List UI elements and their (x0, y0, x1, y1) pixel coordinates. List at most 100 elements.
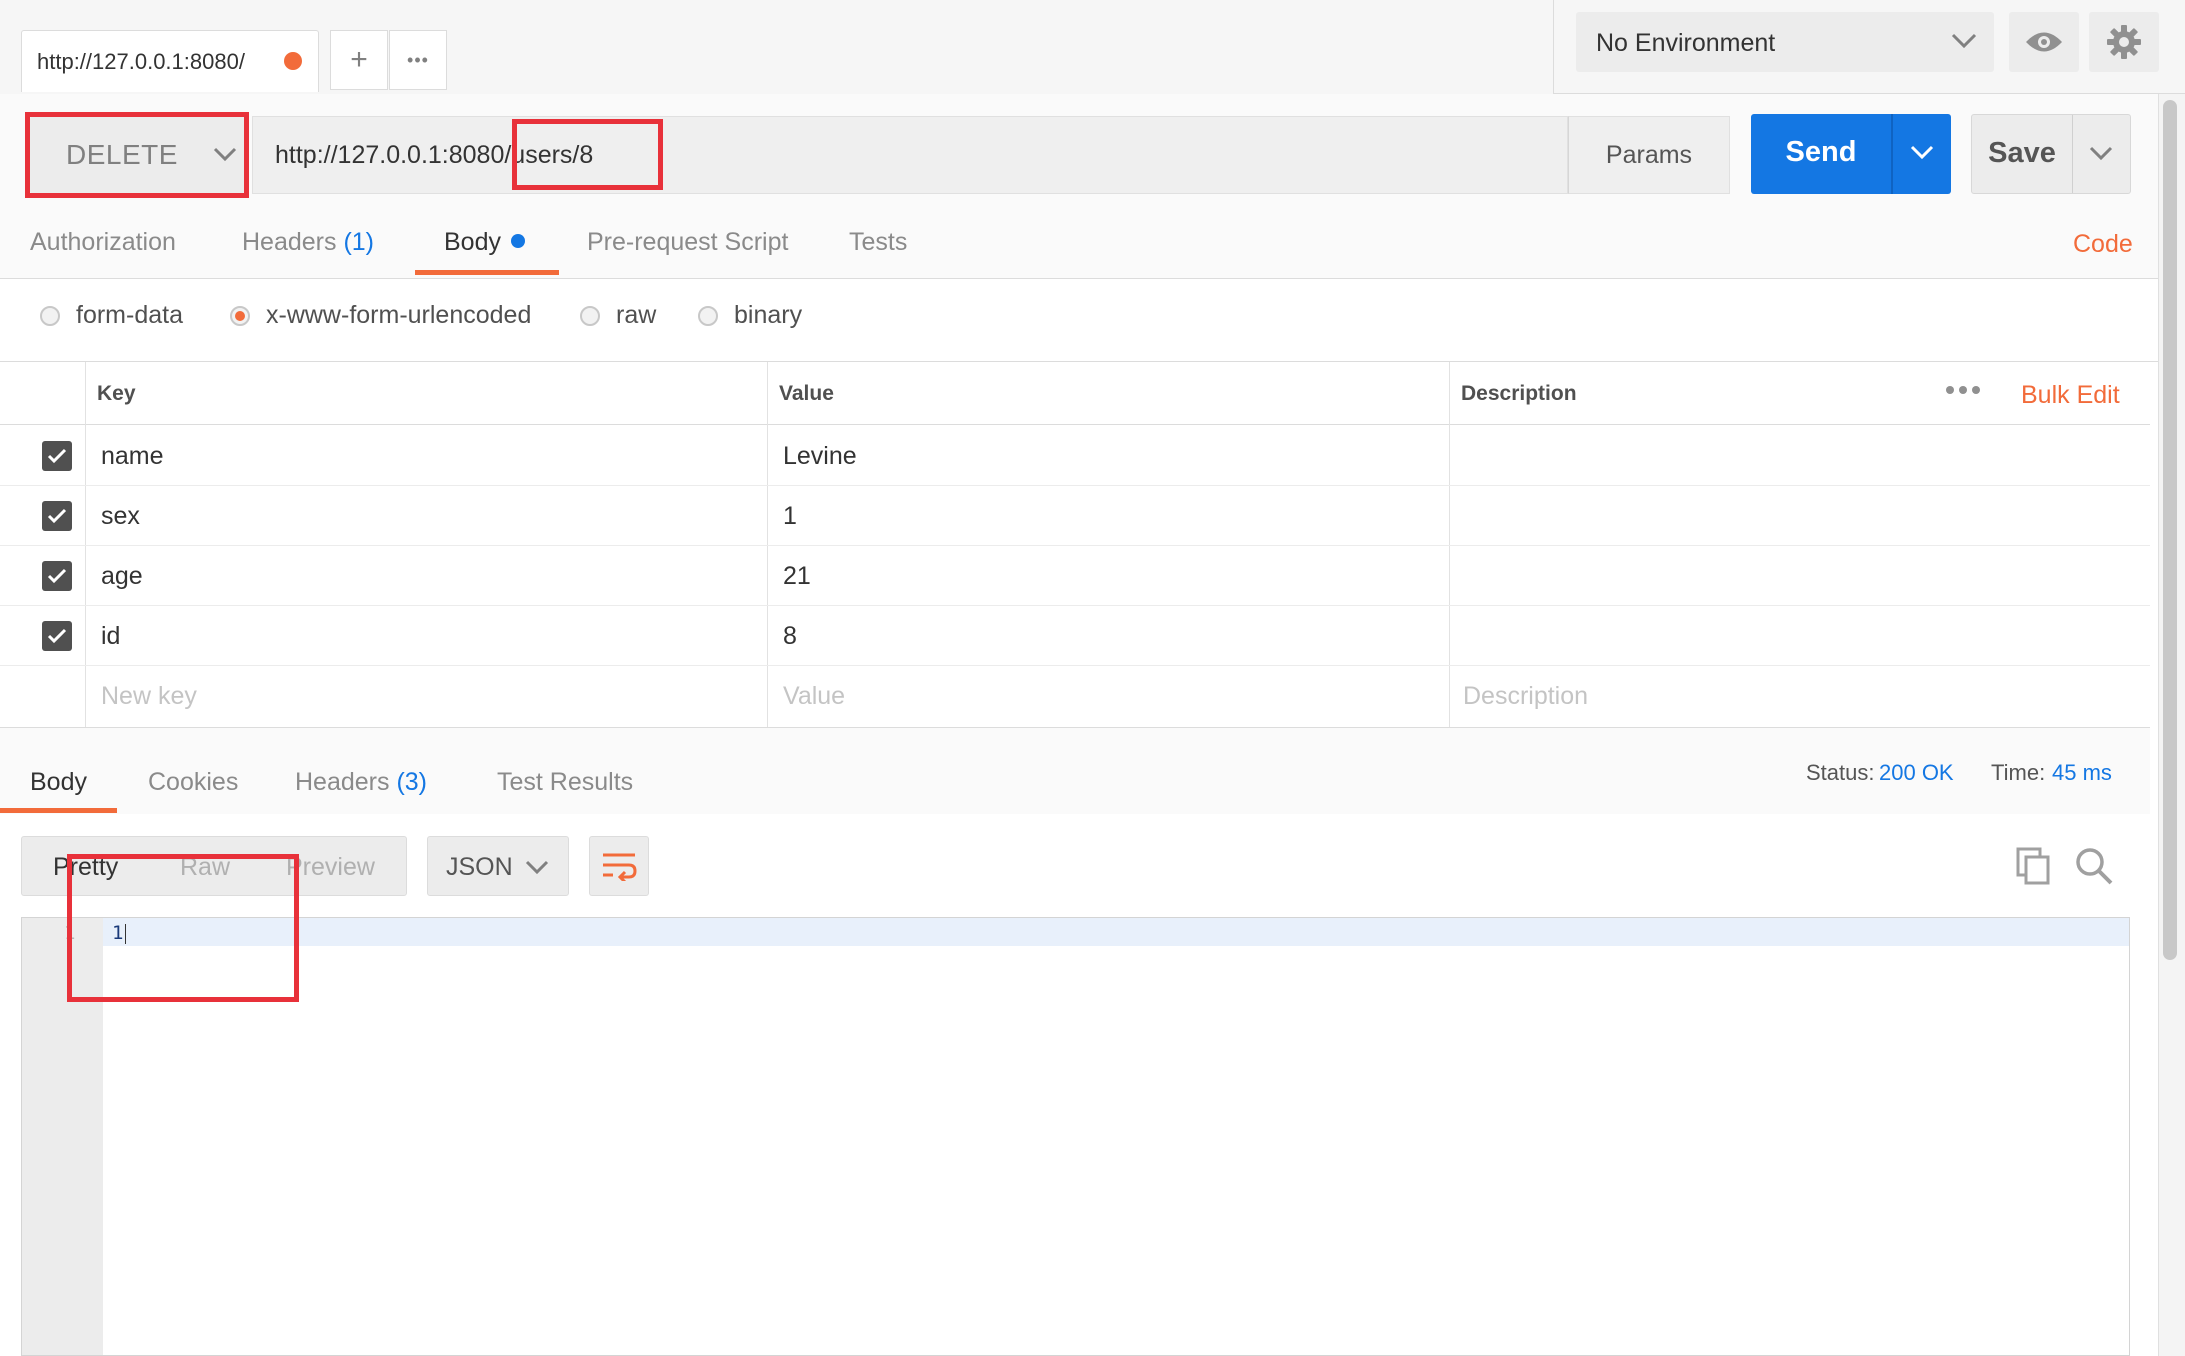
status-value: 200 OK (1879, 760, 1954, 786)
check-icon (47, 448, 67, 464)
tab-options-button[interactable]: ••• (389, 30, 447, 90)
response-tab-body[interactable]: Body (30, 768, 87, 797)
response-tab-cookies[interactable]: Cookies (148, 768, 238, 797)
check-icon (47, 568, 67, 584)
code-link[interactable]: Code (2073, 230, 2133, 259)
radio-form-data-label: form-data (76, 301, 183, 329)
radio-binary[interactable]: binary (698, 301, 802, 330)
more-dots-icon: ••• (407, 49, 429, 70)
annotation-box-method (25, 112, 249, 198)
row-checkbox[interactable] (42, 501, 72, 531)
tab-headers-label: Headers (242, 228, 337, 256)
row-checkbox[interactable] (42, 621, 72, 651)
row-checkbox[interactable] (42, 441, 72, 471)
table-row-new: New key Value Description (0, 665, 2150, 725)
tab-headers-count: (1) (343, 228, 375, 256)
eye-icon (2026, 32, 2062, 52)
status-value-text: 200 OK (1879, 760, 1954, 785)
wrap-lines-icon (603, 853, 637, 881)
radio-urlencoded[interactable]: x-www-form-urlencoded (230, 301, 531, 330)
table-row: sex 1 (0, 485, 2150, 546)
time-value: 45 ms (2052, 760, 2112, 786)
row-value[interactable]: 8 (783, 622, 797, 651)
time-value-text: 45 ms (2052, 760, 2112, 785)
url-input[interactable]: http://127.0.0.1:8080/users/8 (252, 116, 1568, 194)
request-tabs: Authorization Headers (1) Body Pre-reque… (0, 210, 2160, 279)
radio-circle (580, 305, 600, 326)
tab-authorization[interactable]: Authorization (30, 228, 176, 257)
format-select[interactable]: JSON (427, 836, 569, 896)
response-editor[interactable]: 1 1 (21, 917, 2130, 1356)
row-value[interactable]: 1 (783, 502, 797, 531)
chevron-down-icon (1951, 33, 1977, 49)
save-label: Save (1988, 137, 2056, 169)
annotation-box-response (67, 854, 299, 1002)
response-active-underline (0, 808, 117, 813)
new-description-input[interactable]: Description (1463, 682, 1588, 711)
search-icon[interactable] (2074, 846, 2114, 886)
radio-form-data[interactable]: form-data (40, 301, 183, 330)
active-line-highlight (103, 918, 2129, 946)
time-label: Time: (1991, 760, 2046, 785)
plus-icon: + (350, 43, 368, 76)
view-preview-button[interactable]: Preview (286, 853, 375, 882)
more-dots-icon[interactable] (1945, 384, 1981, 396)
radio-circle (40, 305, 60, 326)
tab-pre-request-script[interactable]: Pre-request Script (587, 228, 788, 257)
scrollbar-thumb[interactable] (2163, 100, 2177, 960)
response-tab-headers[interactable]: Headers (3) (295, 768, 427, 797)
send-button[interactable]: Send (1751, 114, 1951, 194)
radio-urlencoded-label: x-www-form-urlencoded (266, 301, 532, 329)
active-tab-underline (415, 270, 559, 275)
request-tab[interactable]: http://127.0.0.1:8080/ (21, 30, 319, 92)
tab-tests[interactable]: Tests (849, 228, 907, 257)
column-description: Description (1461, 382, 1577, 405)
row-key[interactable]: age (101, 562, 143, 591)
wrap-lines-button[interactable] (589, 836, 649, 896)
kv-table-header: Key Value Description (0, 362, 2150, 425)
save-button[interactable]: Save (1971, 114, 2131, 194)
radio-circle (698, 305, 718, 326)
tab-body-label: Body (444, 228, 501, 256)
check-icon (47, 628, 67, 644)
new-tab-button[interactable]: + (330, 30, 388, 90)
radio-binary-label: binary (734, 301, 803, 329)
new-value-input[interactable]: Value (783, 682, 845, 711)
unsaved-dot-icon (284, 52, 302, 70)
format-label: JSON (446, 853, 513, 881)
response-tab-test-results[interactable]: Test Results (497, 768, 633, 797)
table-row: name Levine (0, 425, 2150, 486)
environment-select[interactable]: No Environment (1576, 12, 1994, 72)
response-tab-headers-label: Headers (295, 768, 390, 796)
tab-body[interactable]: Body (444, 228, 525, 257)
chevron-down-icon (525, 860, 549, 875)
bulk-edit-link[interactable]: Bulk Edit (2021, 381, 2120, 410)
settings-button[interactable] (2089, 12, 2159, 72)
row-value[interactable]: Levine (783, 442, 857, 471)
params-button[interactable]: Params (1568, 116, 1730, 194)
chevron-down-icon[interactable] (2088, 145, 2114, 163)
body-type-selector: form-data x-www-form-urlencoded raw bina… (0, 279, 2160, 362)
request-tab-title: http://127.0.0.1:8080/ (37, 49, 245, 74)
radio-raw-label: raw (616, 301, 657, 329)
copy-icon[interactable] (2015, 846, 2051, 886)
row-key[interactable]: sex (101, 502, 140, 531)
annotation-box-url (512, 119, 663, 190)
table-row: age 21 (0, 545, 2150, 606)
radio-circle-selected (230, 305, 250, 326)
body-modified-dot-icon (510, 234, 525, 249)
radio-raw[interactable]: raw (580, 301, 656, 330)
column-key: Key (97, 382, 136, 405)
tab-headers[interactable]: Headers (1) (242, 228, 374, 257)
new-key-input[interactable]: New key (101, 682, 197, 711)
row-checkbox[interactable] (42, 561, 72, 591)
table-row: id 8 (0, 605, 2150, 666)
gear-icon (2107, 25, 2141, 59)
row-key[interactable]: name (101, 442, 164, 471)
row-value[interactable]: 21 (783, 562, 811, 591)
environment-quick-look-button[interactable] (2009, 12, 2079, 72)
send-divider (1891, 114, 1893, 194)
chevron-down-icon[interactable] (1909, 144, 1935, 162)
row-key[interactable]: id (101, 622, 120, 651)
environment-selected: No Environment (1596, 29, 1776, 57)
